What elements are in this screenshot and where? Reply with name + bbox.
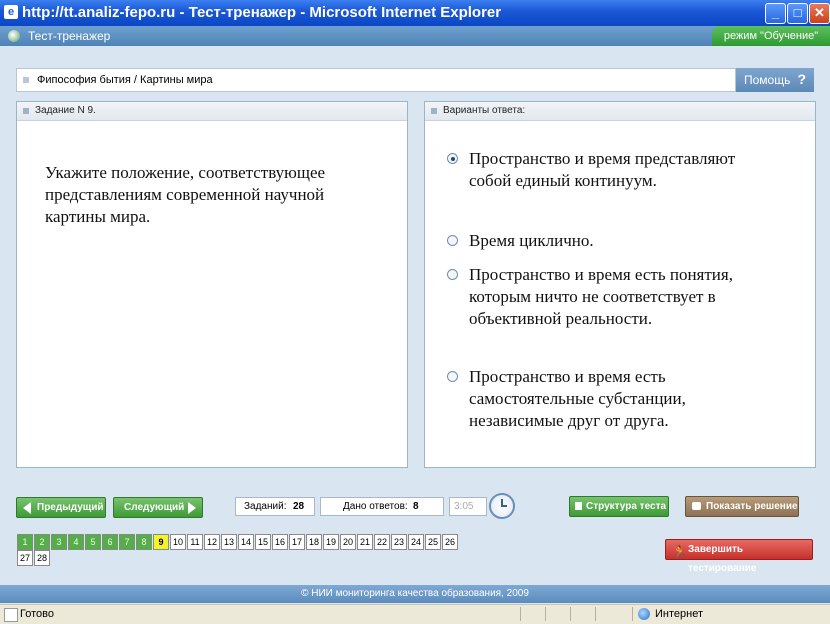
minimize-button[interactable]: _ bbox=[765, 3, 786, 24]
tasks-count: Заданий: 28 bbox=[235, 497, 315, 516]
answer-text: Пространство и время есть понятия, котор… bbox=[469, 265, 733, 328]
runner-icon: 🏃 bbox=[672, 545, 687, 559]
solution-label: Показать решение bbox=[706, 501, 798, 512]
clock-icon bbox=[489, 493, 515, 519]
app-title: Тест-тренажер bbox=[28, 29, 111, 43]
breadcrumb: Фипософия бытия / Картины мира bbox=[16, 68, 736, 92]
show-solution-button[interactable]: Показать решение bbox=[685, 496, 799, 517]
question-text: Укажите положение, соответствующее предс… bbox=[45, 163, 326, 226]
status-bar: Готово Интернет bbox=[0, 604, 830, 624]
radio-button[interactable] bbox=[447, 235, 458, 246]
question-number-button[interactable]: 3 bbox=[51, 534, 67, 550]
status-text: Готово bbox=[20, 608, 54, 620]
answers-panel: Варианты ответа: Пространство и время пр… bbox=[424, 101, 816, 468]
question-number-button[interactable]: 16 bbox=[272, 534, 288, 550]
question-number-button[interactable]: 17 bbox=[289, 534, 305, 550]
book-icon bbox=[692, 502, 701, 510]
document-icon bbox=[575, 502, 582, 510]
status-divider bbox=[570, 607, 571, 621]
question-number-button[interactable]: 6 bbox=[102, 534, 118, 550]
question-mark-icon: ? bbox=[797, 71, 806, 87]
close-button[interactable]: ✕ bbox=[809, 3, 830, 24]
help-button[interactable]: Помощь ? bbox=[736, 68, 814, 92]
question-number-button[interactable]: 15 bbox=[255, 534, 271, 550]
status-divider bbox=[595, 607, 596, 621]
question-number-button[interactable]: 2 bbox=[34, 534, 50, 550]
internet-zone-icon bbox=[638, 608, 650, 620]
question-number-button[interactable]: 22 bbox=[374, 534, 390, 550]
question-number-button[interactable]: 4 bbox=[68, 534, 84, 550]
bullet-icon bbox=[23, 77, 29, 83]
tasks-value: 28 bbox=[293, 501, 305, 512]
help-label: Помощь bbox=[744, 73, 791, 87]
answered-count: Дано ответов: 8 bbox=[320, 497, 444, 516]
question-number-button[interactable]: 24 bbox=[408, 534, 424, 550]
app-logo-icon bbox=[8, 30, 20, 42]
mode-badge: режим "Обучение" bbox=[712, 26, 830, 46]
ie-icon: e bbox=[4, 5, 18, 19]
next-label: Следующий bbox=[124, 502, 185, 513]
timer-display: 3:05 bbox=[449, 497, 487, 516]
test-structure-button[interactable]: Структура теста bbox=[569, 496, 669, 517]
question-number-button[interactable]: 13 bbox=[221, 534, 237, 550]
previous-button[interactable]: Предыдущий bbox=[16, 497, 106, 518]
answered-label: Дано ответов: bbox=[343, 501, 408, 512]
question-number-button[interactable]: 12 bbox=[204, 534, 220, 550]
question-number-button[interactable]: 18 bbox=[306, 534, 322, 550]
arrow-left-icon bbox=[23, 502, 31, 514]
question-number-button[interactable]: 26 bbox=[442, 534, 458, 550]
finish-test-button[interactable]: 🏃 Завершить тестирование bbox=[665, 539, 813, 574]
question-panel: Задание N 9. Укажите положение, соответс… bbox=[16, 101, 408, 468]
question-number-button[interactable]: 10 bbox=[170, 534, 186, 550]
question-number-button[interactable]: 20 bbox=[340, 534, 356, 550]
radio-button[interactable] bbox=[447, 269, 458, 280]
window-title-bar: e http://tt.analiz-fepo.ru - Тест-тренаж… bbox=[0, 0, 830, 26]
question-number-button[interactable]: 7 bbox=[119, 534, 135, 550]
radio-button[interactable] bbox=[447, 153, 458, 164]
finish-label: Завершить тестирование bbox=[688, 544, 757, 574]
answer-text: Время циклично. bbox=[469, 231, 594, 250]
window-title: http://tt.analiz-fepo.ru - Тест-тренажер… bbox=[22, 4, 502, 21]
question-number-button[interactable]: 23 bbox=[391, 534, 407, 550]
radio-button[interactable] bbox=[447, 371, 458, 382]
status-divider bbox=[545, 607, 546, 621]
question-number-button[interactable]: 11 bbox=[187, 534, 203, 550]
bullet-icon bbox=[431, 108, 437, 114]
question-panel-header: Задание N 9. bbox=[17, 102, 407, 121]
previous-label: Предыдущий bbox=[37, 502, 104, 513]
answers-header: Варианты ответа: bbox=[443, 105, 526, 116]
question-number-button[interactable]: 27 bbox=[17, 550, 33, 566]
status-divider bbox=[632, 607, 633, 621]
maximize-button[interactable]: □ bbox=[787, 3, 808, 24]
app-header: Тест-тренажер режим "Обучение" bbox=[0, 26, 830, 46]
bullet-icon bbox=[23, 108, 29, 114]
page-icon bbox=[4, 608, 18, 622]
question-number-button[interactable]: 1 bbox=[17, 534, 33, 550]
footer-copyright: © НИИ мониторинга качества образования, … bbox=[0, 585, 830, 603]
answers-panel-header: Варианты ответа: bbox=[425, 102, 815, 121]
structure-label: Структура теста bbox=[586, 501, 667, 512]
question-number-button[interactable]: 14 bbox=[238, 534, 254, 550]
answer-text: Пространство и время есть самостоятельны… bbox=[469, 367, 686, 430]
question-number-button[interactable]: 25 bbox=[425, 534, 441, 550]
question-number-button[interactable]: 5 bbox=[85, 534, 101, 550]
question-grid: 1 2 3 4 5 6 7 8 9 10 11 12 13 14 15 16 17 18 19 20 21 22 23 24 2… bbox=[17, 534, 467, 568]
arrow-right-icon bbox=[188, 502, 196, 514]
question-number-button[interactable]: 9 bbox=[153, 534, 169, 550]
question-number: Задание N 9. bbox=[35, 105, 96, 116]
internet-zone-label: Интернет bbox=[655, 608, 703, 620]
tasks-label: Заданий: bbox=[244, 501, 287, 512]
answered-value: 8 bbox=[413, 501, 419, 512]
breadcrumb-text: Фипософия бытия / Картины мира bbox=[37, 74, 213, 86]
answer-text: Пространство и время представляют собой … bbox=[469, 149, 736, 190]
status-divider bbox=[520, 607, 521, 621]
question-number-button[interactable]: 8 bbox=[136, 534, 152, 550]
question-number-button[interactable]: 28 bbox=[34, 550, 50, 566]
question-number-button[interactable]: 21 bbox=[357, 534, 373, 550]
question-number-button[interactable]: 19 bbox=[323, 534, 339, 550]
next-button[interactable]: Следующий bbox=[113, 497, 203, 518]
